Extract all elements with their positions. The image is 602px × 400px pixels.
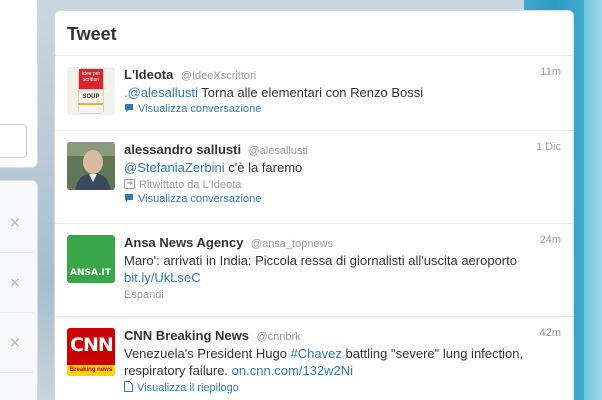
view-conversation-link[interactable]: Visualizza conversazione	[124, 103, 561, 115]
hashtag-link[interactable]: #Chavez	[291, 346, 342, 361]
expand-link[interactable]: Espandi	[124, 289, 561, 301]
tweet-text: Venezuela's President Hugo #Chavez battl…	[124, 345, 561, 379]
tweet-header: L'Ideota @IdeeXscrittori	[124, 66, 561, 83]
tweet-text-body: Venezuela's President Hugo	[124, 346, 291, 361]
speech-bubble-icon	[125, 194, 133, 202]
url-link[interactable]: bit.ly/UkLseC	[124, 270, 201, 285]
author-name[interactable]: alessandro sallusti	[124, 142, 241, 157]
view-conversation-label: Visualizza conversazione	[138, 193, 262, 205]
tweet-header: alessandro sallusti @alesallusti	[124, 141, 561, 158]
tweet-text: .@alesallusti Torna alle elementari con …	[124, 84, 561, 101]
suggestion-row: ×	[0, 253, 33, 313]
tweet-text: @StefaniaZerbini c'è la faremo	[124, 159, 561, 176]
tweet-text-body: Torna alle elementari con Renzo Bossi	[197, 85, 424, 100]
avatar-bottom-text: SOUP	[82, 94, 100, 100]
tweet-time[interactable]: 24m	[540, 234, 561, 246]
author-name[interactable]: CNN Breaking News	[124, 328, 249, 343]
dismiss-icon[interactable]: ×	[9, 215, 21, 231]
url-link[interactable]: on.cnn.com/132w2Ni	[232, 363, 353, 378]
avatar-band-text: Breaking news	[67, 365, 115, 376]
tweet-text-body: c'è la faremo	[224, 160, 303, 175]
dismiss-icon[interactable]: ×	[9, 275, 21, 291]
ansa-logo-avatar[interactable]: ANSA.IT	[67, 235, 115, 283]
left-suggestions-panel: × × ×	[0, 180, 38, 400]
panel-header: Tweet	[55, 11, 573, 56]
tweet-text-body: battling "severe" lung infection,	[341, 346, 524, 361]
soup-can-avatar[interactable]: Idee per scrittori SOUP	[67, 67, 115, 115]
tweet-time[interactable]: 1 Dic	[536, 141, 561, 153]
view-summary-label: Visualizza il riepilogo	[137, 382, 239, 394]
author-name[interactable]: Ansa News Agency	[124, 235, 243, 250]
document-icon	[124, 381, 133, 392]
retweet-icon	[124, 179, 135, 189]
tweet-item[interactable]: ANSA.IT Ansa News Agency @ansa_topnews 2…	[55, 224, 573, 317]
suggestion-row: ×	[0, 193, 33, 253]
tweet-timeline-panel: Tweet Idee per scrittori SOUP L'Ideota @…	[54, 10, 574, 400]
tweet-item[interactable]: Idee per scrittori SOUP L'Ideota @IdeeXs…	[55, 56, 573, 131]
author-handle[interactable]: @cnnbrk	[256, 331, 300, 343]
tweet-item[interactable]: alessandro sallusti @alesallusti 1 Dic @…	[55, 131, 573, 224]
tweet-time[interactable]: 42m	[540, 327, 561, 339]
cnn-logo-avatar[interactable]: CNN Breaking news	[67, 328, 115, 376]
mention-link[interactable]: .@alesallusti	[124, 85, 198, 100]
view-conversation-link[interactable]: Visualizza conversazione	[124, 193, 561, 205]
tweet-text-body: Maro': arrivati in India: Piccola ressa …	[124, 253, 517, 268]
author-handle[interactable]: @alesallusti	[249, 145, 308, 157]
retweet-info[interactable]: Ritwittato da L'Ideota	[124, 179, 561, 191]
tweet-text: Maro': arrivati in India: Piccola ressa …	[124, 252, 561, 286]
left-compose-input[interactable]	[0, 124, 27, 158]
mention-link[interactable]: @StefaniaZerbini	[124, 160, 225, 175]
author-handle[interactable]: @IdeeXscrittori	[181, 70, 256, 82]
person-photo-avatar[interactable]	[67, 142, 115, 190]
author-name[interactable]: L'Ideota	[124, 67, 173, 82]
suggestion-row: ×	[0, 313, 33, 373]
tweet-time[interactable]: 11m	[540, 66, 561, 78]
tweet-item[interactable]: CNN Breaking news CNN Breaking News @cnn…	[55, 317, 573, 400]
tweet-header: Ansa News Agency @ansa_topnews	[124, 234, 561, 251]
retweet-label: Ritwittato da L'Ideota	[139, 179, 242, 191]
tweet-header: CNN Breaking News @cnnbrk	[124, 327, 561, 344]
avatar-top-text: Idee per scrittori	[81, 71, 101, 83]
dismiss-icon[interactable]: ×	[9, 335, 21, 351]
avatar-logo-text: CNN	[70, 334, 114, 356]
tweet-text-body: respiratory failure.	[124, 363, 232, 378]
view-summary-link[interactable]: Visualizza il riepilogo	[124, 381, 561, 394]
view-conversation-label: Visualizza conversazione	[138, 103, 262, 115]
panel-title: Tweet	[67, 24, 117, 44]
author-handle[interactable]: @ansa_topnews	[251, 238, 333, 250]
avatar-logo-text: ANSA.IT	[70, 268, 112, 278]
speech-bubble-icon	[125, 104, 133, 112]
